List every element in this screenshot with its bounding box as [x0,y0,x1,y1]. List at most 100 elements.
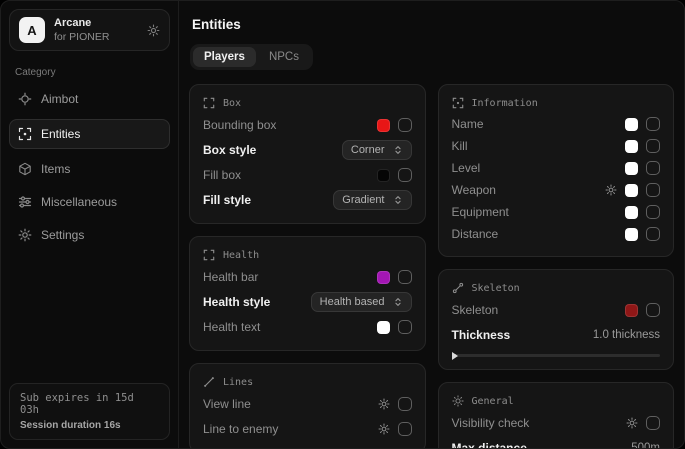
checkbox[interactable] [646,117,660,131]
sidebar-item-items[interactable]: Items [9,156,170,182]
setting-row: Thickness 1.0 thickness [452,324,661,346]
app-header: A Arcane for PIONER [9,9,170,51]
color-swatch[interactable] [625,184,638,197]
card-box: Box Bounding box Box style Corner [189,84,426,224]
sidebar-item-label: Items [41,162,70,176]
chevron-up-down-icon [393,145,403,155]
main-content: Entities Players NPCs Box Bounding box [179,1,684,448]
checkbox[interactable] [398,397,412,411]
diagonal-line-icon [203,376,215,388]
color-swatch[interactable] [377,321,390,334]
setting-row: Health style Health based [203,291,412,313]
sidebar-item-label: Entities [41,127,80,141]
dropdown-value: Gradient [342,194,384,206]
setting-label: Name [452,117,484,131]
crosshair-icon [18,92,32,106]
checkbox[interactable] [646,183,660,197]
app-logo: A [19,17,45,43]
setting-row: Max distance 500m [452,437,661,448]
card-skeleton: Skeleton Skeleton Thickness 1.0 thicknes… [438,269,675,370]
tab-players[interactable]: Players [193,47,256,67]
scan-icon [452,97,464,109]
app-title-block: Arcane for PIONER [54,17,109,43]
sidebar-item-miscellaneous[interactable]: Miscellaneous [9,189,170,215]
setting-label: Bounding box [203,118,276,132]
setting-row: Health bar [203,266,412,288]
health-style-dropdown[interactable]: Health based [311,292,412,312]
setting-label: Health text [203,320,260,334]
checkbox[interactable] [398,320,412,334]
setting-row: Skeleton [452,299,661,321]
chevron-up-down-icon [393,297,403,307]
card-health: Health Health bar Health style Health ba… [189,236,426,351]
color-swatch[interactable] [625,206,638,219]
checkbox[interactable] [646,416,660,430]
setting-label: Kill [452,139,468,153]
gear-icon[interactable] [626,417,638,429]
color-swatch[interactable] [625,140,638,153]
sidebar: A Arcane for PIONER Category Aimbot [1,1,179,448]
setting-row: Distance [452,224,661,244]
sidebar-item-settings[interactable]: Settings [9,222,170,248]
checkbox[interactable] [398,422,412,436]
setting-label: Thickness [452,328,511,342]
setting-row: Bounding box [203,114,412,136]
setting-label: View line [203,397,251,411]
checkbox[interactable] [646,139,660,153]
brackets-icon [203,97,215,109]
setting-row: Line to enemy [203,418,412,440]
setting-label: Health style [203,295,270,309]
checkbox[interactable] [398,270,412,284]
setting-label: Level [452,161,481,175]
checkbox[interactable] [398,118,412,132]
session-duration-text: Session duration 16s [20,420,159,431]
checkbox[interactable] [646,303,660,317]
setting-label: Weapon [452,183,496,197]
checkbox[interactable] [646,205,660,219]
subscription-info: Sub expires in 15d 03h Session duration … [9,383,170,440]
app-window: A Arcane for PIONER Category Aimbot [0,0,685,449]
gear-icon[interactable] [378,398,390,410]
card-lines: Lines View line Line to enemy [189,363,426,448]
fill-style-dropdown[interactable]: Gradient [333,190,411,210]
color-swatch[interactable] [377,271,390,284]
thickness-slider[interactable] [452,354,661,357]
color-swatch[interactable] [625,304,638,317]
setting-label: Line to enemy [203,422,278,436]
color-swatch[interactable] [625,162,638,175]
max-distance-value: 500m [631,442,660,448]
color-swatch[interactable] [625,228,638,241]
card-title-text: General [472,396,514,407]
dropdown-value: Health based [320,296,385,308]
chevron-up-down-icon [393,195,403,205]
tab-bar: Players NPCs [190,44,313,70]
card-title-text: Lines [223,377,253,388]
setting-row: Equipment [452,202,661,222]
checkbox[interactable] [646,227,660,241]
gear-icon[interactable] [378,423,390,435]
gear-icon[interactable] [605,184,617,196]
sidebar-item-aimbot[interactable]: Aimbot [9,86,170,112]
setting-row: Fill box [203,164,412,186]
color-swatch[interactable] [625,118,638,131]
sidebar-item-entities[interactable]: Entities [9,119,170,149]
gear-icon[interactable] [147,24,160,37]
box-style-dropdown[interactable]: Corner [342,140,412,160]
sun-icon [452,395,464,407]
card-general: General Visibility check Max distance [438,382,675,448]
page-title: Entities [192,17,674,32]
tab-npcs[interactable]: NPCs [258,47,310,67]
checkbox[interactable] [646,161,660,175]
card-title-text: Information [472,98,538,109]
setting-label: Skeleton [452,303,499,317]
setting-row: Level [452,158,661,178]
card-title-text: Health [223,250,259,261]
setting-row: Health text [203,316,412,338]
setting-label: Equipment [452,205,509,219]
color-swatch[interactable] [377,169,390,182]
color-swatch[interactable] [377,119,390,132]
setting-label: Distance [452,227,499,241]
sidebar-item-label: Settings [41,228,84,242]
slider-thumb[interactable] [452,352,458,360]
checkbox[interactable] [398,168,412,182]
